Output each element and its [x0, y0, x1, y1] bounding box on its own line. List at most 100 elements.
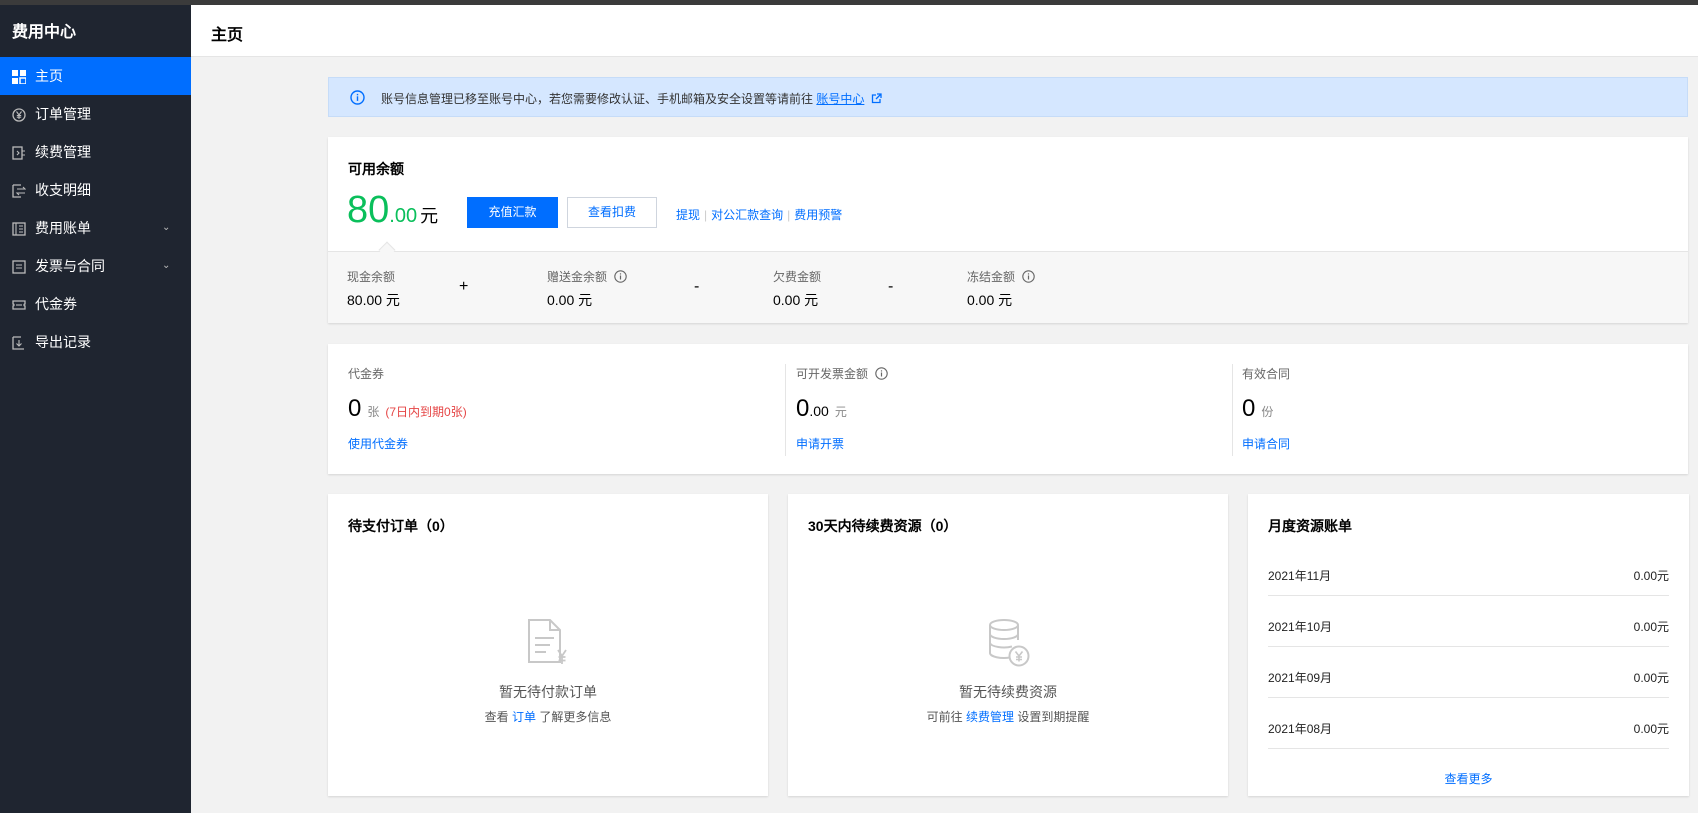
empty-order-icon — [528, 619, 567, 664]
info-icon[interactable] — [614, 270, 628, 283]
contract-summary: 有效合同 0份 申请合同 — [1242, 344, 1688, 474]
apply-invoice-link[interactable]: 申请开票 — [796, 435, 844, 452]
info-icon[interactable] — [875, 367, 889, 380]
sidebar-item-orders[interactable]: 订单管理 — [0, 95, 191, 133]
corporate-transfer-query-link[interactable]: 对公汇款查询 — [711, 208, 783, 222]
renewal-management-link[interactable]: 续费管理 — [966, 710, 1014, 724]
balance-links: 提现 | 对公汇款查询 | 费用预警 — [676, 206, 842, 223]
account-center-link[interactable]: 账号中心 — [816, 92, 864, 106]
notice-text: 账号信息管理已移至账号中心，若您需要修改认证、手机邮箱及安全设置等请前往 — [381, 92, 814, 106]
balance-detail: 现金余额 80.00 元 + 赠送金余额 0.00 元 - 欠费金额 0.00 … — [328, 251, 1688, 323]
bill-amount: 0.00元 — [1633, 569, 1669, 583]
bill-month: 2021年10月 — [1268, 620, 1333, 634]
balance-amount-dec: .00 — [389, 205, 418, 227]
sidebar-item-home[interactable]: 主页 — [0, 57, 191, 95]
sidebar-item-exports[interactable]: 导出记录 — [0, 323, 191, 361]
sidebar-item-label: 代金券 — [35, 296, 77, 312]
recharge-button[interactable]: 充值汇款 — [467, 197, 558, 228]
monthly-bills-card: 月度资源账单 2021年11月 0.00元 2021年10月 0.00元 202… — [1248, 494, 1689, 796]
page-header: 主页 — [191, 5, 1698, 57]
frozen-value: 0.00 元 — [967, 292, 1013, 308]
voucher-count: 0 — [348, 395, 362, 422]
contract-count: 0 — [1242, 395, 1256, 422]
sidebar-item-label: 导出记录 — [35, 334, 91, 350]
bill-amount: 0.00元 — [1633, 620, 1669, 634]
link-separator: | — [704, 208, 708, 222]
chevron-down-icon[interactable]: ⌄ — [162, 247, 170, 285]
export-icon — [12, 336, 24, 350]
bill-month: 2021年08月 — [1268, 722, 1333, 736]
invoice-amount-int: 0 — [796, 395, 810, 422]
invoice-amount-label: 可开发票金额 — [796, 367, 869, 381]
balance-card: 可用余额 80.00 元 充值汇款 查看扣费 提现 | 对公汇款查询 | 费用预警 现金余… — [328, 137, 1688, 323]
link-separator: | — [787, 208, 791, 222]
voucher-expiry-warning: (7日内到期0张) — [385, 405, 467, 419]
hint-text: 设置到期提醒 — [1017, 710, 1090, 724]
pending-orders-hint: 查看 订单 了解更多信息 — [328, 708, 768, 725]
invoice-summary: 可开发票金额 0.00 元 申请开票 — [796, 344, 1242, 474]
sidebar-item-label: 收支明细 — [35, 182, 91, 198]
view-more-link[interactable]: 查看更多 — [1248, 770, 1689, 787]
bill-row[interactable]: 2021年11月 0.00元 — [1268, 545, 1669, 596]
renewals-title: 30天内待续费资源（0） — [808, 518, 958, 534]
bill-amount: 0.00元 — [1633, 671, 1669, 685]
apply-contract-link[interactable]: 申请合同 — [1242, 435, 1290, 452]
monthly-bills-title: 月度资源账单 — [1268, 518, 1352, 534]
sidebar-item-label: 发票与合同 — [35, 258, 105, 274]
external-link-icon[interactable] — [871, 93, 882, 104]
sidebar-item-bills[interactable]: 费用账单 ⌄ — [0, 209, 191, 247]
renewals-hint: 可前往 续费管理 设置到期提醒 — [788, 708, 1228, 725]
contract-unit: 份 — [1261, 405, 1274, 419]
gift-balance-value: 0.00 元 — [547, 292, 593, 308]
sidebar-item-renewals[interactable]: 续费管理 — [0, 133, 191, 171]
yen-circle-icon — [12, 108, 26, 122]
balance-unit: 元 — [420, 206, 439, 226]
frozen-label: 冻结金额 — [967, 270, 1016, 284]
page-title: 主页 — [211, 27, 244, 44]
voucher-value: 0 张 (7日内到期0张) — [348, 395, 467, 423]
minus-operator: - — [888, 278, 894, 295]
sidebar-item-label: 订单管理 — [35, 106, 91, 122]
dashboard-icon — [12, 70, 26, 84]
balance-title: 可用余额 — [348, 161, 404, 177]
cost-alert-link[interactable]: 费用预警 — [794, 208, 842, 222]
ticket-icon — [12, 300, 26, 310]
plus-operator: + — [459, 278, 469, 295]
bill-month: 2021年11月 — [1268, 569, 1332, 583]
balance-amount-int: 80 — [347, 189, 390, 231]
hint-text: 可前往 — [926, 710, 963, 724]
invoice-unit: 元 — [834, 405, 847, 419]
sidebar-item-label: 费用账单 — [35, 220, 91, 236]
withdraw-link[interactable]: 提现 — [676, 208, 700, 222]
sidebar-item-label: 主页 — [35, 68, 63, 84]
sidebar-item-invoices[interactable]: 发票与合同 ⌄ — [0, 247, 191, 285]
bill-row[interactable]: 2021年09月 0.00元 — [1268, 647, 1669, 698]
use-voucher-link[interactable]: 使用代金券 — [348, 435, 408, 452]
pending-orders-card: 待支付订单（0） 暂无待付款订单 查看 订单 了解更多信息 — [328, 494, 768, 796]
frozen-label-wrap: 冻结金额 — [967, 268, 1036, 285]
sidebar-item-transactions[interactable]: 收支明细 — [0, 171, 191, 209]
sidebar-title: 费用中心 — [12, 24, 77, 41]
transfer-icon — [12, 184, 26, 198]
bill-row[interactable]: 2021年08月 0.00元 — [1268, 698, 1669, 749]
view-deductions-button[interactable]: 查看扣费 — [567, 197, 657, 228]
sidebar: 费用中心 主页 订单管理 续费管理 收支明细 费用账单 ⌄ 发票与合同 ⌄ 代金… — [0, 5, 191, 813]
sidebar-item-vouchers[interactable]: 代金券 — [0, 285, 191, 323]
bill-month: 2021年09月 — [1268, 671, 1333, 685]
notice-bar: 账号信息管理已移至账号中心，若您需要修改认证、手机邮箱及安全设置等请前往 账号中… — [328, 77, 1688, 117]
bill-book-icon — [12, 222, 26, 236]
pending-orders-empty: 暂无待付款订单 查看 订单 了解更多信息 — [328, 618, 768, 725]
orders-link[interactable]: 订单 — [512, 710, 536, 724]
bill-row[interactable]: 2021年10月 0.00元 — [1268, 596, 1669, 647]
empty-resource-icon — [989, 619, 1030, 667]
invoice-label-wrap: 可开发票金额 — [796, 365, 889, 382]
hint-text: 查看 — [484, 710, 509, 724]
renewals-card: 30天内待续费资源（0） 暂无待续费资源 可前往 续费管理 设置到期提醒 — [788, 494, 1228, 796]
cash-balance-label: 现金余额 — [347, 270, 396, 284]
contract-value: 0份 — [1242, 395, 1273, 423]
balance-amount: 80.00 元 — [347, 189, 438, 232]
info-icon[interactable] — [1022, 270, 1036, 283]
renew-doc-icon — [12, 146, 25, 160]
chevron-down-icon[interactable]: ⌄ — [162, 209, 170, 247]
bill-amount: 0.00元 — [1633, 722, 1669, 736]
